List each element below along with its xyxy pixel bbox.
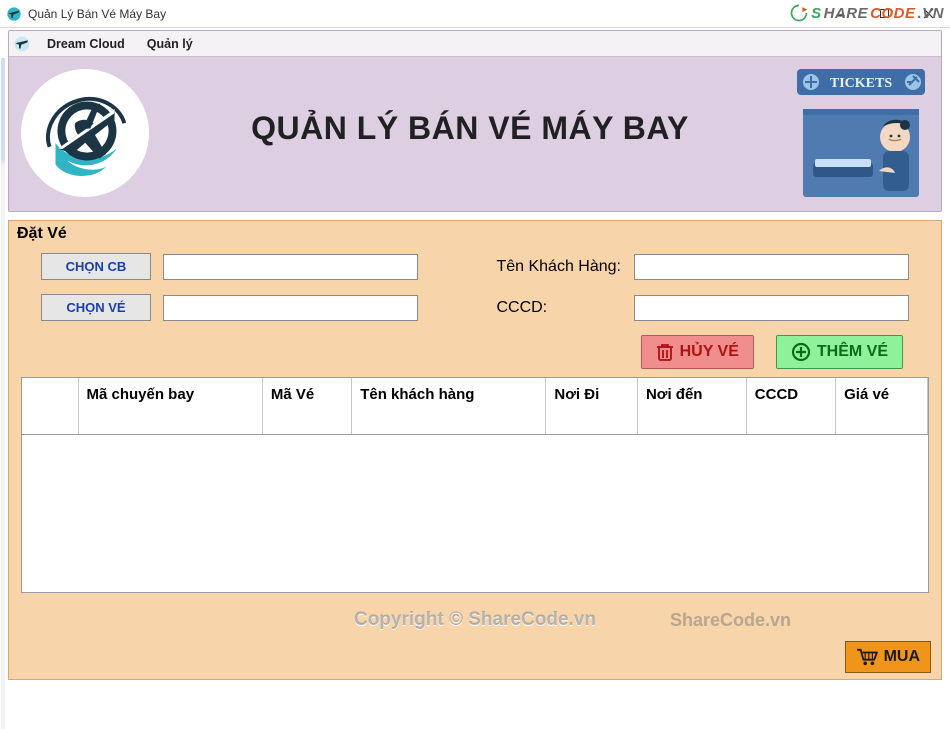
col-cccd[interactable]: CCCD (746, 378, 835, 434)
scrollbar-hint (1, 58, 5, 729)
app-icon (6, 6, 22, 22)
plus-circle-icon (791, 342, 811, 362)
col-selector[interactable] (22, 378, 78, 434)
watermark-center: Copyright © ShareCode.vn (354, 609, 596, 631)
customer-name-field[interactable] (634, 254, 909, 280)
menu-quan-ly[interactable]: Quản lý (137, 34, 203, 54)
tickets-booth-icon: TICKETS (791, 63, 931, 203)
col-ten-khach-hang[interactable]: Tên khách hàng (352, 378, 546, 434)
cccd-label: CCCD: (496, 299, 633, 317)
add-ticket-button[interactable]: THÊM VÉ (776, 335, 903, 369)
svg-text:TICKETS: TICKETS (830, 76, 892, 91)
grid-empty-body (22, 434, 928, 584)
banner-title: QUẢN LÝ BÁN VÉ MÁY BAY (149, 110, 791, 157)
plane-menu-icon (13, 35, 31, 53)
cccd-field[interactable] (634, 295, 909, 321)
buy-button[interactable]: MUA (845, 641, 931, 673)
watermark-right: ShareCode.vn (670, 610, 791, 631)
buy-label: MUA (884, 648, 920, 666)
col-noi-di[interactable]: Nơi Đi (546, 378, 638, 434)
ticket-code-field[interactable] (163, 295, 418, 321)
menu-strip: Dream Cloud Quản lý (9, 31, 941, 57)
add-ticket-label: THÊM VÉ (817, 343, 888, 361)
col-gia-ve[interactable]: Giá vé (836, 378, 928, 434)
plane-globe-logo (21, 69, 149, 197)
choose-ticket-button[interactable]: CHỌN VÉ (41, 294, 151, 321)
banner: QUẢN LÝ BÁN VÉ MÁY BAY TICKETS (9, 57, 941, 211)
customer-name-label: Tên Khách Hàng: (496, 258, 633, 276)
flight-code-field[interactable] (163, 254, 418, 280)
menu-dream-cloud[interactable]: Dream Cloud (37, 34, 135, 54)
header-panel: Dream Cloud Quản lý QUẢN LÝ BÁN (8, 30, 942, 212)
cancel-ticket-label: HỦY VÉ (680, 343, 739, 361)
swirl-icon (789, 3, 809, 23)
choose-flight-button[interactable]: CHỌN CB (41, 253, 151, 280)
section-title: Đặt Vé (17, 225, 933, 243)
col-ma-ve[interactable]: Mã Vé (262, 378, 351, 434)
cancel-ticket-button[interactable]: HỦY VÉ (641, 335, 754, 369)
window-title: Quản Lý Bán Vé Máy Bay (28, 7, 166, 21)
cart-icon (856, 648, 878, 666)
trash-icon (656, 342, 674, 362)
form-area: CHỌN CB Tên Khách Hàng: CHỌN VÉ CCCD: (15, 253, 935, 321)
col-ma-chuyen-bay[interactable]: Mã chuyến bay (78, 378, 262, 434)
content-panel: Đặt Vé CHỌN CB Tên Khách Hàng: CHỌN VÉ C… (8, 220, 942, 680)
tickets-grid[interactable]: Mã chuyến bay Mã Vé Tên khách hàng Nơi Đ… (21, 377, 929, 593)
sharecode-brand: SHARECODE.VN (789, 3, 944, 23)
col-noi-den[interactable]: Nơi đến (637, 378, 746, 434)
grid-header-row: Mã chuyến bay Mã Vé Tên khách hàng Nơi Đ… (22, 378, 928, 434)
